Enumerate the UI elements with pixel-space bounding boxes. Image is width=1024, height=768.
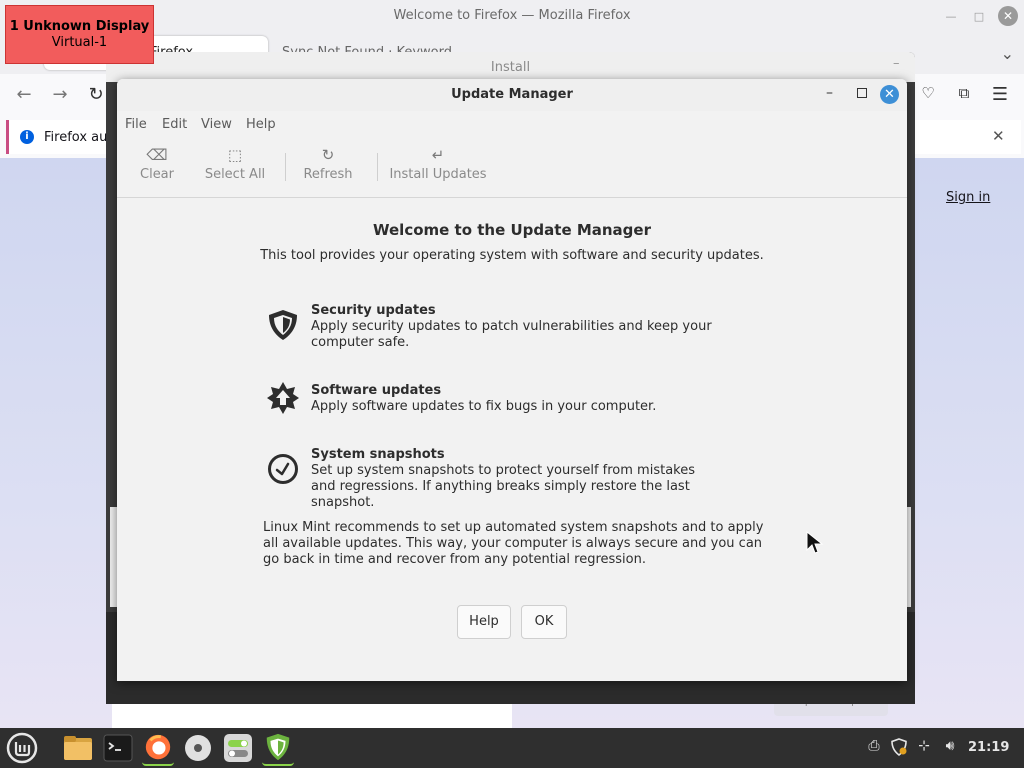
disc-icon[interactable] (182, 732, 214, 764)
refresh-icon: ↻ (321, 146, 335, 164)
terminal-icon[interactable] (102, 732, 134, 764)
update-manager-window: Update Manager – ✕ File Edit View Help ⌫… (117, 79, 907, 681)
menu-help[interactable]: Help (246, 117, 276, 132)
volume-icon[interactable]: 🔊︎ (941, 738, 959, 756)
reload-icon[interactable]: ↻ (84, 84, 108, 105)
star-arrow-icon (267, 382, 299, 414)
tab-list-chevron-icon[interactable]: ⌄ (1001, 44, 1014, 63)
firefox-maximize-button[interactable]: □ (972, 10, 986, 24)
menu-view[interactable]: View (201, 117, 232, 132)
display-name: 1 Unknown Display (9, 19, 150, 34)
minimize-button[interactable]: – (826, 85, 833, 101)
clock[interactable]: 21:19 (968, 740, 1009, 755)
welcome-subheading: This tool provides your operating system… (260, 248, 764, 263)
notes-icon[interactable]: ⎙ (865, 738, 883, 756)
clear-label: Clear (140, 167, 174, 182)
select-all-icon: ⬚ (227, 146, 243, 164)
close-button[interactable]: ✕ (880, 85, 899, 104)
pocket-icon[interactable]: ♡ (916, 84, 940, 102)
install-updates-label: Install Updates (389, 167, 487, 182)
clock-icon (268, 454, 298, 484)
window-title: Update Manager (451, 87, 573, 102)
display-output: Virtual-1 (51, 35, 108, 50)
maximize-button[interactable] (857, 88, 867, 98)
firefox-minimize-button[interactable]: — (944, 10, 958, 24)
refresh-button[interactable]: ↻ Refresh (301, 145, 355, 182)
files-icon[interactable] (62, 732, 94, 764)
network-icon[interactable]: ⊹ (915, 738, 933, 756)
display-identifier-badge: 1 Unknown Display Virtual-1 (5, 5, 154, 64)
welcome-heading: Welcome to the Update Manager (373, 221, 651, 239)
clear-button[interactable]: ⌫ Clear (135, 145, 179, 182)
toolbar-separator (285, 153, 286, 181)
ok-button[interactable]: OK (521, 605, 567, 639)
feature-description: Set up system snapshots to protect yours… (311, 463, 696, 510)
install-arrow-icon: ↵ (431, 146, 445, 164)
feature-description: Apply security updates to patch vulnerab… (311, 319, 712, 350)
install-updates-button[interactable]: ↵ Install Updates (389, 145, 487, 182)
hamburger-menu-icon[interactable]: ☰ (988, 84, 1012, 105)
feature-description: Apply software updates to fix bugs in yo… (311, 399, 657, 414)
menu-icon[interactable] (6, 732, 38, 764)
feature-title: Security updates (311, 303, 436, 318)
recommendation-text: Linux Mint recommends to set up automate… (263, 520, 764, 567)
welcome-panel (117, 198, 907, 681)
shield-tray-icon[interactable] (890, 738, 908, 756)
toolbar-separator (377, 153, 378, 181)
feature-title: System snapshots (311, 447, 445, 462)
notification-text: Firefox au (44, 130, 108, 145)
back-icon[interactable]: ← (12, 84, 36, 105)
page-panel (112, 704, 512, 728)
select-all-label: Select All (204, 167, 266, 182)
feature-title: Software updates (311, 383, 442, 398)
firefox-taskbar-button[interactable] (142, 732, 174, 766)
forward-icon[interactable]: → (48, 84, 72, 105)
firefox-icon (145, 734, 171, 760)
select-all-button[interactable]: ⬚ Select All (203, 145, 267, 182)
menu-edit[interactable]: Edit (162, 117, 187, 132)
help-button[interactable]: Help (457, 605, 511, 639)
settings-toggle-icon[interactable] (222, 732, 254, 764)
install-minimize-button[interactable]: – (893, 56, 900, 71)
refresh-label: Refresh (303, 167, 353, 182)
backspace-icon: ⌫ (146, 146, 168, 164)
info-icon: i (20, 130, 34, 144)
update-manager-taskbar-button[interactable] (262, 732, 294, 766)
mouse-cursor-icon (806, 531, 824, 554)
shield-icon (269, 310, 297, 340)
sign-in-link[interactable]: Sign in (946, 190, 990, 205)
extensions-icon[interactable]: ⧉ (952, 84, 976, 102)
firefox-close-button[interactable]: ✕ (998, 6, 1018, 26)
install-title: Install (490, 60, 531, 75)
notification-close-icon[interactable]: ✕ (992, 127, 1005, 145)
menu-file[interactable]: File (125, 117, 147, 132)
update-shield-icon (266, 733, 290, 761)
